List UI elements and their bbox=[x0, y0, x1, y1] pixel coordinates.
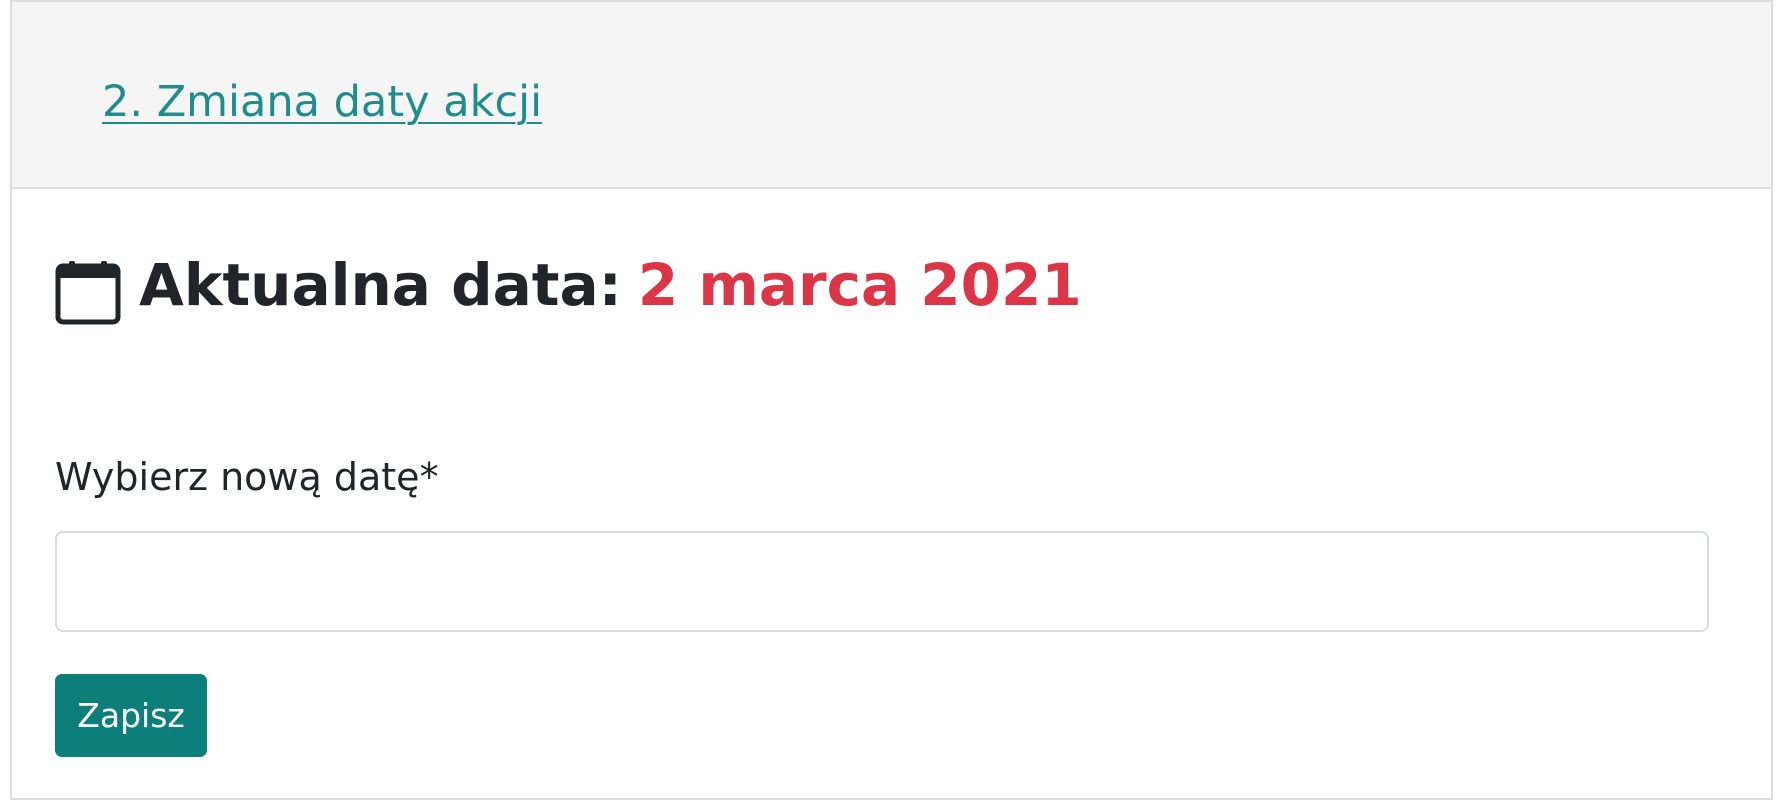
new-date-label: Wybierz nową datę* bbox=[55, 455, 439, 499]
change-date-card: 2. Zmiana daty akcji bbox=[10, 0, 1773, 800]
calendar-icon bbox=[55, 259, 121, 325]
card-header: 2. Zmiana daty akcji bbox=[12, 2, 1771, 189]
save-button[interactable]: Zapisz bbox=[55, 674, 207, 757]
change-date-section-link[interactable]: 2. Zmiana daty akcji bbox=[102, 72, 542, 132]
current-date-heading: Aktualna data: 2 marca 2021 bbox=[55, 245, 1082, 325]
current-date-value: 2 marca 2021 bbox=[637, 251, 1082, 319]
new-date-input[interactable] bbox=[55, 531, 1709, 632]
current-date-label: Aktualna data: bbox=[139, 251, 622, 319]
